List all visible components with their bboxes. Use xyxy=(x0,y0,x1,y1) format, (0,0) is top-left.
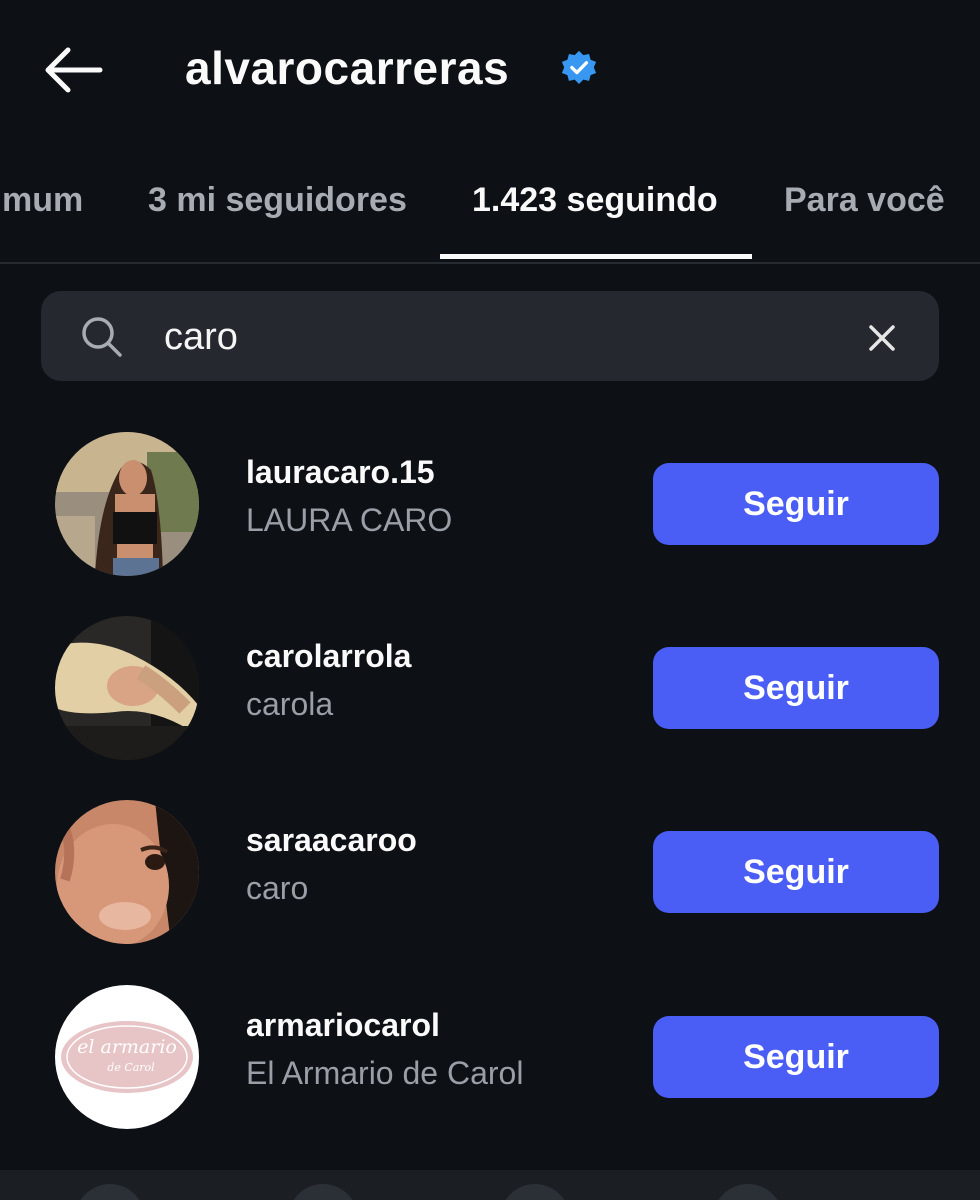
tab-followers[interactable]: 3 mi seguidores xyxy=(148,162,407,262)
search-icon xyxy=(80,315,124,359)
full-name: El Armario de Carol xyxy=(246,1055,524,1091)
list-item[interactable]: lauracaro.15 LAURA CARO Seguir xyxy=(0,432,980,616)
full-name: caro xyxy=(246,870,309,906)
tab-for-you[interactable]: Para você xyxy=(784,162,945,262)
tab-mum[interactable]: mum xyxy=(2,162,83,262)
follow-button[interactable]: Seguir xyxy=(653,647,939,729)
search-input[interactable] xyxy=(164,308,824,366)
close-icon xyxy=(869,325,895,351)
arrow-left-icon xyxy=(45,47,103,93)
svg-text:el armario: el armario xyxy=(77,1036,177,1058)
username[interactable]: lauracaro.15 xyxy=(246,454,435,491)
tab-bar: mum 3 mi seguidores 1.423 seguindo Para … xyxy=(0,162,980,264)
avatar[interactable] xyxy=(55,616,199,760)
bottom-bar xyxy=(0,1170,980,1200)
svg-text:de Carol: de Carol xyxy=(107,1061,155,1074)
username[interactable]: carolarrola xyxy=(246,638,411,675)
follow-button[interactable]: Seguir xyxy=(653,831,939,913)
verified-badge-icon xyxy=(560,49,598,87)
clear-search-button[interactable] xyxy=(860,316,904,360)
avatar[interactable]: el armario de Carol xyxy=(55,985,199,1129)
tab-following[interactable]: 1.423 seguindo xyxy=(472,162,718,262)
full-name: carola xyxy=(246,686,334,722)
back-button[interactable] xyxy=(40,44,104,96)
avatar[interactable] xyxy=(55,800,199,944)
list-item[interactable]: saraacaroo caro Seguir xyxy=(0,800,980,984)
list-item[interactable]: el armario de Carol armariocarol El Arma… xyxy=(0,985,980,1169)
username[interactable]: saraacaroo xyxy=(246,822,417,859)
header: alvarocarreras xyxy=(0,0,980,140)
profile-username-title: alvarocarreras xyxy=(185,42,510,94)
follow-button[interactable]: Seguir xyxy=(653,463,939,545)
list-item[interactable]: carolarrola carola Seguir xyxy=(0,616,980,800)
full-name: LAURA CARO xyxy=(246,502,453,538)
username[interactable]: armariocarol xyxy=(246,1007,440,1044)
follow-button[interactable]: Seguir xyxy=(653,1016,939,1098)
following-screen: alvarocarreras mum 3 mi seguidores 1.423… xyxy=(0,0,980,1200)
avatar[interactable] xyxy=(55,432,199,576)
active-tab-indicator xyxy=(440,254,752,259)
